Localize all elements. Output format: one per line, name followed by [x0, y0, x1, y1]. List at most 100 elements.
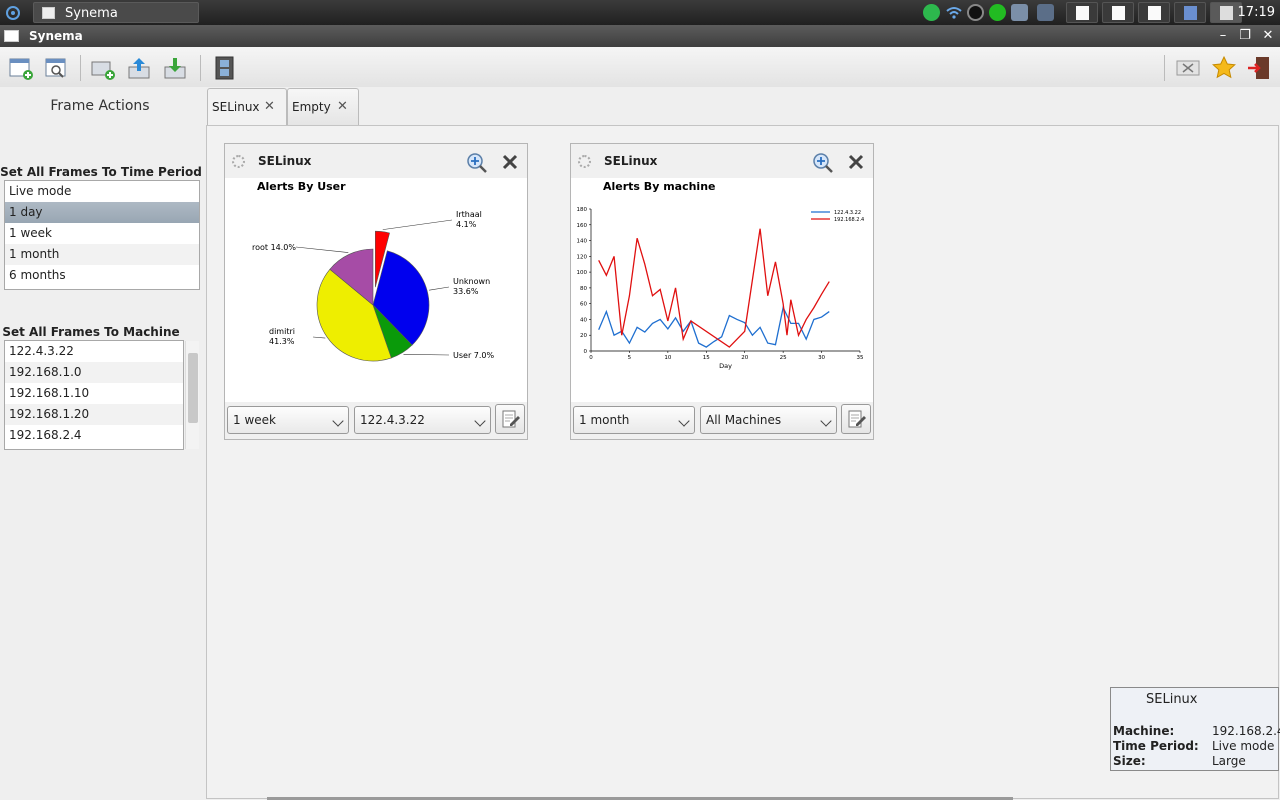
frame-tooltip: SELinux Machine: 192.168.2.4 Time Period…: [1110, 687, 1280, 771]
toolbar-separator: [200, 55, 201, 81]
machine-select-value: 122.4.3.22: [360, 413, 425, 427]
list-item[interactable]: 1 week: [5, 223, 199, 244]
period-select[interactable]: 1 week: [227, 406, 349, 434]
new-frame-icon[interactable]: [8, 55, 34, 81]
frame-actions-title: Frame Actions: [50, 98, 150, 114]
taskbar-task-synema[interactable]: Synema: [33, 2, 199, 23]
y-tick-label: 60: [580, 302, 587, 308]
edit-frame-button[interactable]: [841, 404, 871, 434]
time-period-group-title: Set All Frames To Time Period: [0, 165, 202, 179]
x-tick-label: 0: [589, 355, 593, 361]
series-line: [598, 305, 830, 348]
tooltip-machine-value: 192.168.2.4: [1212, 724, 1280, 738]
list-item[interactable]: 192.168.1.10: [5, 383, 183, 404]
tooltip-title: SELinux: [1146, 692, 1198, 707]
messenger-icon[interactable]: [967, 4, 984, 21]
close-frame-icon[interactable]: [501, 153, 519, 171]
machine-list-scrollbar[interactable]: [185, 341, 199, 449]
loading-spinner-icon: [578, 155, 591, 168]
pie-leader-line: [295, 246, 349, 253]
tab-empty[interactable]: Empty ✕: [287, 88, 359, 125]
tray-app-icon[interactable]: [1037, 4, 1054, 21]
list-item[interactable]: 1 month: [5, 244, 199, 265]
pie-chart: Alerts By User Irthaal4.1% Unknown33.6% Use…: [252, 180, 495, 362]
pie-label-value: 41.3%: [269, 337, 295, 346]
tab-label: Empty: [292, 100, 331, 114]
machine-select[interactable]: All Machines: [700, 406, 837, 434]
frame-controls: 1 month All Machines: [571, 402, 873, 439]
status-online-icon[interactable]: [989, 4, 1006, 21]
series-line: [598, 228, 830, 348]
pie-label: Unknown: [453, 277, 490, 286]
app-menu-icon[interactable]: [2, 2, 24, 23]
zoom-in-icon[interactable]: [466, 152, 488, 174]
download-icon[interactable]: [162, 55, 188, 81]
y-tick-label: 80: [580, 286, 587, 292]
sidebar: Frame Actions Set All Frames To Time Per…: [0, 87, 205, 800]
tooltip-period-label: Time Period:: [1113, 739, 1199, 753]
toolbar: [0, 47, 1280, 87]
machine-select[interactable]: 122.4.3.22: [354, 406, 491, 434]
list-item[interactable]: 192.168.1.20: [5, 404, 183, 425]
x-tick-label: 30: [818, 355, 825, 361]
chevron-down-icon: [678, 415, 690, 427]
y-tick-label: 140: [577, 239, 588, 245]
film-icon[interactable]: [212, 55, 238, 81]
pie-leader-line: [382, 219, 453, 230]
y-tick-label: 40: [580, 317, 587, 323]
edit-icon: [502, 410, 520, 428]
spotify-icon[interactable]: [923, 4, 940, 21]
list-item-selected[interactable]: 1 day: [5, 202, 199, 223]
window-titlebar[interactable]: Synema – ❐ ✕: [0, 25, 1280, 47]
machine-list[interactable]: 122.4.3.22 192.168.1.0 192.168.1.10 192.…: [4, 340, 199, 450]
time-period-list[interactable]: Live mode 1 day 1 week 1 month 6 months: [4, 180, 200, 290]
clock: 17:19: [1237, 5, 1275, 20]
legend-label: 122.4.3.22: [834, 210, 861, 216]
machine-group-title: Set All Frames To Machine: [2, 325, 180, 339]
list-item[interactable]: 6 months: [5, 265, 199, 286]
workspace-3-button[interactable]: [1138, 2, 1170, 23]
exit-icon[interactable]: [1246, 55, 1272, 81]
list-item[interactable]: 192.168.2.4: [5, 425, 183, 446]
tab-label: SELinux: [212, 100, 260, 114]
close-tab-icon[interactable]: ✕: [264, 99, 275, 114]
tab-selinux[interactable]: SELinux ✕: [207, 88, 287, 125]
zoom-in-icon[interactable]: [812, 152, 834, 174]
y-tick-label: 160: [577, 223, 588, 229]
workspace-1-button[interactable]: [1066, 2, 1098, 23]
pie-label: Irthaal: [456, 210, 482, 219]
scrollbar-thumb[interactable]: [188, 353, 198, 423]
period-select-value: 1 week: [233, 413, 276, 427]
chevron-down-icon: [474, 415, 486, 427]
list-item[interactable]: 122.4.3.22: [5, 341, 183, 362]
list-item[interactable]: Live mode: [5, 181, 199, 202]
line-chart: Alerts By machine02040608010012014016018…: [577, 180, 865, 370]
frame-header: SELinux: [571, 144, 873, 178]
maximize-icon[interactable]: ❐: [1236, 27, 1254, 44]
star-icon[interactable]: [1211, 55, 1237, 81]
pie-label: root 14.0%: [252, 243, 296, 252]
pie-label: dimitri: [269, 327, 295, 336]
edit-icon: [848, 410, 866, 428]
pie-label-value: 4.1%: [456, 220, 477, 229]
period-select[interactable]: 1 month: [573, 406, 695, 434]
close-window-icon[interactable]: ✕: [1259, 27, 1277, 44]
find-frame-icon[interactable]: [44, 55, 70, 81]
add-tab-icon[interactable]: [90, 55, 116, 81]
close-tab-icon[interactable]: ✕: [337, 99, 348, 114]
y-tick-label: 20: [580, 333, 587, 339]
pie-leader-line: [429, 286, 450, 291]
wifi-icon[interactable]: [945, 4, 962, 21]
x-tick-label: 25: [780, 355, 787, 361]
list-item[interactable]: 192.168.1.0: [5, 362, 183, 383]
frame-header: SELinux: [225, 144, 527, 178]
upload-icon[interactable]: [126, 55, 152, 81]
close-frame-icon[interactable]: [847, 153, 865, 171]
workspace-2-button[interactable]: [1102, 2, 1134, 23]
minimize-icon[interactable]: –: [1214, 27, 1232, 44]
network-icon[interactable]: [1011, 4, 1028, 21]
edit-frame-button[interactable]: [495, 404, 525, 434]
chevron-down-icon: [332, 415, 344, 427]
workspace-4-button[interactable]: [1174, 2, 1206, 23]
disconnect-icon[interactable]: [1175, 55, 1201, 81]
